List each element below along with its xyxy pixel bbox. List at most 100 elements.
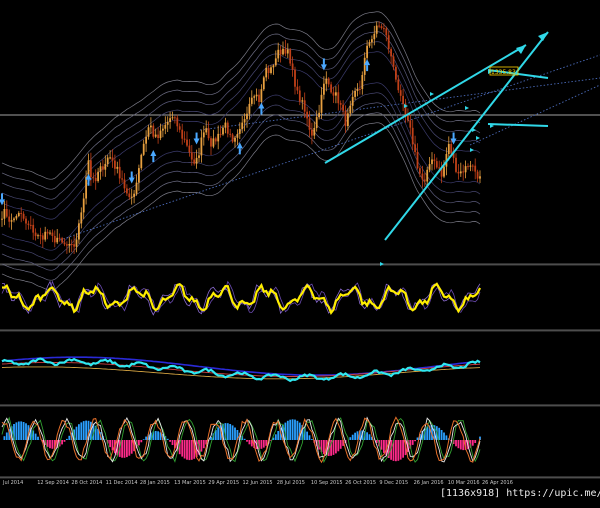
candle-body [448, 144, 450, 154]
candle-body [477, 172, 479, 179]
candle-body [196, 158, 198, 164]
candle-body [330, 84, 332, 92]
candle-body [364, 58, 366, 75]
candle-body [71, 244, 73, 245]
candle-body [220, 134, 222, 135]
candle-body [76, 240, 78, 247]
histogram-bar [474, 440, 476, 443]
histogram-bar [381, 440, 383, 450]
histogram-bar [275, 434, 277, 440]
histogram-bar [460, 440, 462, 450]
histogram-bar [277, 431, 279, 440]
dotted-trend-line [60, 55, 600, 240]
candle-body [369, 42, 371, 46]
candle-body [140, 155, 142, 168]
candle-body [64, 243, 66, 245]
candle-body [251, 98, 253, 104]
candle-body [340, 103, 342, 105]
histogram-bar [443, 433, 445, 441]
histogram-bar [126, 440, 128, 457]
candle-body [102, 166, 104, 169]
candle-body [83, 199, 85, 213]
x-tick-label: 29 Apr 2015 [208, 480, 239, 486]
candle-body [455, 158, 457, 172]
histogram-bar [78, 424, 80, 440]
candle-body [109, 157, 111, 158]
candle-body [184, 139, 186, 140]
histogram-bar [414, 440, 416, 441]
candle-body [32, 225, 34, 233]
candle-body [270, 67, 272, 73]
histogram-bar [232, 425, 234, 440]
histogram-bar [18, 422, 20, 441]
candle-body [90, 160, 92, 177]
x-tick-label: 28 Jan 2015 [140, 480, 170, 486]
histogram-bar [20, 421, 22, 440]
candle-body [227, 123, 229, 134]
envelope-band-upper [2, 52, 480, 220]
image-caption: [1136x918] https://upic.me/ [440, 488, 600, 502]
candle-body [131, 197, 133, 198]
histogram-bar [25, 423, 27, 440]
candle-body [119, 167, 121, 179]
candle-body [210, 138, 212, 146]
candle-body [189, 146, 191, 153]
candle-body [335, 92, 337, 95]
histogram-bar [131, 440, 133, 454]
histogram-bar [311, 439, 313, 440]
candle-body [37, 235, 39, 236]
pivot-up-arrow-icon [152, 156, 154, 162]
candle-body [104, 164, 106, 170]
candle-body [198, 155, 200, 158]
histogram-bar [121, 440, 123, 458]
candle-body [241, 123, 243, 130]
histogram-bar [294, 420, 296, 440]
histogram-bar [80, 422, 82, 440]
histogram-bar [297, 421, 299, 440]
histogram-bar [287, 421, 289, 440]
histogram-bar [458, 440, 460, 448]
candle-body [179, 126, 181, 129]
candle-body [253, 96, 255, 97]
histogram-bar [6, 433, 8, 441]
channel-trend-line [488, 124, 548, 126]
histogram-bar [335, 440, 337, 453]
candle-body [414, 144, 416, 152]
candle-body [393, 56, 395, 66]
candle-body [417, 152, 419, 168]
candle-body [61, 238, 63, 242]
candle-body [213, 138, 215, 146]
pivot-up-arrow-icon [150, 150, 156, 156]
candle-body [462, 171, 464, 172]
candle-body [321, 95, 323, 113]
candle-body [174, 117, 176, 118]
candle-body [215, 138, 217, 141]
candle-body [85, 177, 87, 199]
histogram-bar [16, 422, 18, 440]
candle-body [56, 238, 58, 243]
candle-body [44, 232, 46, 240]
x-tick-label: 10 Mar 2016 [448, 480, 480, 486]
candle-body [114, 161, 116, 169]
candle-body [359, 89, 361, 90]
candle-body [366, 46, 368, 58]
candle-body [155, 135, 157, 137]
histogram-bar [52, 440, 54, 449]
candle-body [285, 49, 287, 54]
candle-body [234, 138, 236, 142]
x-tick-label: 26 Oct 2015 [345, 480, 376, 486]
candle-body [301, 100, 303, 101]
tick-arrow-icon [465, 106, 469, 110]
tick-arrow-icon [430, 92, 434, 96]
candle-body [16, 216, 18, 219]
candle-body [205, 128, 207, 132]
candle-body [59, 238, 61, 239]
candle-body [292, 64, 294, 70]
candle-body [280, 50, 282, 55]
pivot-up-arrow-icon [239, 148, 241, 154]
candle-body [443, 167, 445, 177]
candle-body [268, 68, 270, 73]
histogram-bar [340, 440, 342, 449]
candle-body [419, 168, 421, 173]
envelope-band-lower [2, 113, 480, 281]
